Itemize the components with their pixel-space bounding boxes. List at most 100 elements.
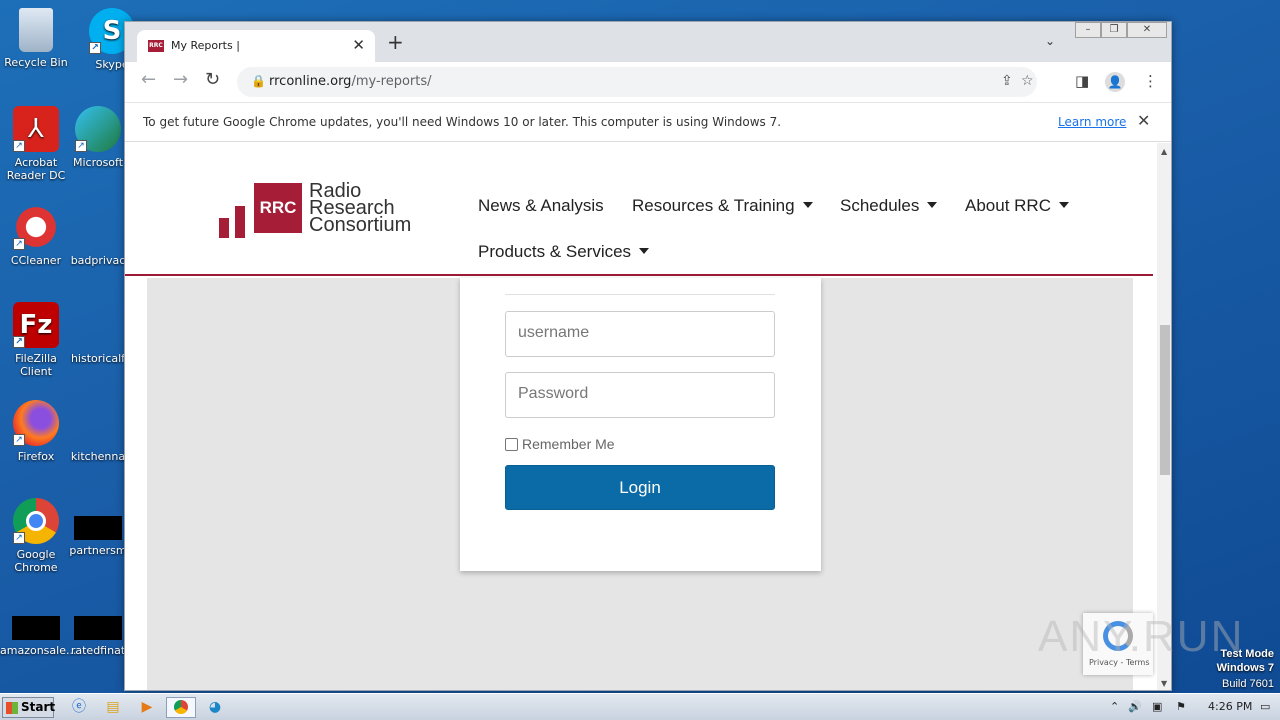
desktop-icon-label: Microsoft [72,156,124,169]
desktop-icon-label: partnersm [69,544,127,557]
clock[interactable]: 4:26 PM [1208,700,1252,713]
build-label: Build 7601 [1222,678,1274,690]
browser-toolbar: ← → ↻ 🔒 rrconline.org/my-reports/ ⇪ ☆ ◨ … [125,62,1171,102]
file-icon [74,616,122,640]
update-infobar: To get future Google Chrome updates, you… [125,102,1171,142]
password-placeholder: Password [518,385,589,402]
desktop-icon-label: badprivac [70,254,126,267]
explorer-taskbar-icon[interactable]: ▤ [100,697,126,718]
nav-label: Products & Services [478,242,632,261]
address-bar[interactable]: 🔒 rrconline.org/my-reports/ ⇪ ☆ [237,67,1037,97]
logo-bar [235,206,245,238]
ie-taskbar-icon[interactable]: ⓔ [66,697,92,718]
desktop-icon-label: historicalf [70,352,126,365]
nav-label: About RRC [965,196,1051,215]
infobar-close-icon[interactable]: ✕ [1137,111,1150,130]
remember-me[interactable]: Remember Me [505,436,615,452]
acrobat-icon: ⅄ ↗ [13,106,59,152]
minimize-button[interactable]: – [1075,22,1101,38]
caret-down-icon [1058,202,1069,208]
tab-close-icon[interactable]: ✕ [352,36,365,54]
file-icon [75,204,121,250]
scroll-up-icon[interactable]: ▲ [1161,147,1167,156]
login-button[interactable]: Login [505,465,775,510]
nav-label: Schedules [840,196,920,215]
anyrun-watermark: ANY.RUN [1038,612,1245,661]
start-button[interactable]: Start [2,697,56,718]
star-icon[interactable]: ☆ [1021,73,1034,89]
recycle-bin-icon [19,8,53,52]
username-input[interactable]: username [505,311,775,357]
desktop-icon-label: ratedfinat [70,644,126,657]
test-mode-label: Test Mode [1220,648,1274,660]
start-label: Start [21,700,56,714]
profile-avatar-icon[interactable]: 👤 [1105,72,1125,92]
chrome-taskbar-icon[interactable] [166,697,196,718]
desktop-icon-label: kitchenna [70,450,126,463]
desktop-icon-recycle-bin[interactable]: Recycle Bin [0,8,72,69]
login-card: username Password Remember Me Login [460,278,821,571]
url-host: rrconline.org [269,74,352,89]
tab-title: My Reports | [171,39,240,52]
ccleaner-icon: ↗ [13,204,59,250]
page-scrollbar[interactable]: ▲ ▼ [1157,143,1171,690]
side-panel-icon[interactable]: ◨ [1075,72,1089,90]
tab-strip: RRC My Reports | ✕ + ⌄ – ❐ ✕ [125,22,1171,62]
divider [505,294,775,295]
desktop-icon-label: Google Chrome [14,548,58,574]
browser-window: RRC My Reports | ✕ + ⌄ – ❐ ✕ ← → ↻ 🔒 rrc… [124,21,1172,691]
remember-me-checkbox[interactable] [505,438,518,451]
desktop-icon-label: Acrobat Reader DC [6,156,66,182]
site-header: RRC Radio Research Consortium News & Ana… [125,143,1153,276]
nav-about-rrc[interactable]: About RRC [965,196,1069,216]
filezilla-icon: Fz ↗ [13,302,59,348]
volume-icon[interactable]: 🔊 [1128,700,1142,713]
media-player-taskbar-icon[interactable]: ▶ [134,697,160,718]
lock-icon: 🔒 [251,74,266,88]
reload-icon[interactable]: ↻ [205,70,220,90]
scroll-thumb[interactable] [1160,325,1170,475]
nav-news-analysis[interactable]: News & Analysis [478,196,604,216]
nav-label: Resources & Training [632,196,795,215]
show-desktop-icon[interactable]: ▭ [1260,700,1270,713]
caret-down-icon [639,248,650,254]
password-input[interactable]: Password [505,372,775,418]
tab-search-chevron-icon[interactable]: ⌄ [1045,34,1055,48]
logo-abbr: RRC [254,183,302,233]
menu-kebab-icon[interactable]: ⋮ [1143,72,1158,90]
desktop-icon-label: Recycle Bin [4,56,68,69]
action-center-flag-icon[interactable]: ⚑ [1176,700,1186,713]
desktop-icon-label: FileZilla Client [15,352,57,378]
url-text: rrconline.org/my-reports/ [269,74,432,89]
nav-resources-training[interactable]: Resources & Training [632,196,813,216]
learn-more-link[interactable]: Learn more [1058,115,1126,129]
nav-products-services[interactable]: Products & Services [478,242,650,262]
file-icon [12,616,60,640]
logo-line: Consortium [309,214,412,236]
scroll-down-icon[interactable]: ▼ [1161,679,1167,688]
share-icon[interactable]: ⇪ [1001,73,1013,89]
caret-down-icon [927,202,938,208]
rrc-logo[interactable]: RRC Radio Research Consortium [219,181,429,238]
tab-my-reports[interactable]: RRC My Reports | ✕ [137,30,375,62]
tray-expand-icon[interactable]: ⌃ [1110,700,1119,713]
web-page: username Password Remember Me Login RRC … [125,143,1157,690]
logo-bar [219,218,229,238]
network-icon[interactable]: ▣ [1152,700,1162,713]
windows-flag-icon [6,702,18,714]
forward-arrow-icon[interactable]: → [173,70,188,90]
close-window-button[interactable]: ✕ [1127,22,1167,38]
edge-taskbar-icon[interactable]: ◕ [202,697,228,718]
maximize-button[interactable]: ❐ [1101,22,1127,38]
chrome-icon: ↗ [13,498,59,544]
new-tab-button[interactable]: + [387,32,404,52]
file-icon [75,302,121,348]
remember-me-label: Remember Me [522,436,615,452]
caret-down-icon [802,202,813,208]
file-icon [75,400,121,446]
nav-schedules[interactable]: Schedules [840,196,938,216]
file-icon [74,516,122,540]
logo-words: Radio Research Consortium [309,181,412,236]
back-arrow-icon[interactable]: ← [141,70,156,90]
desktop-icon-label: CCleaner [10,254,62,267]
